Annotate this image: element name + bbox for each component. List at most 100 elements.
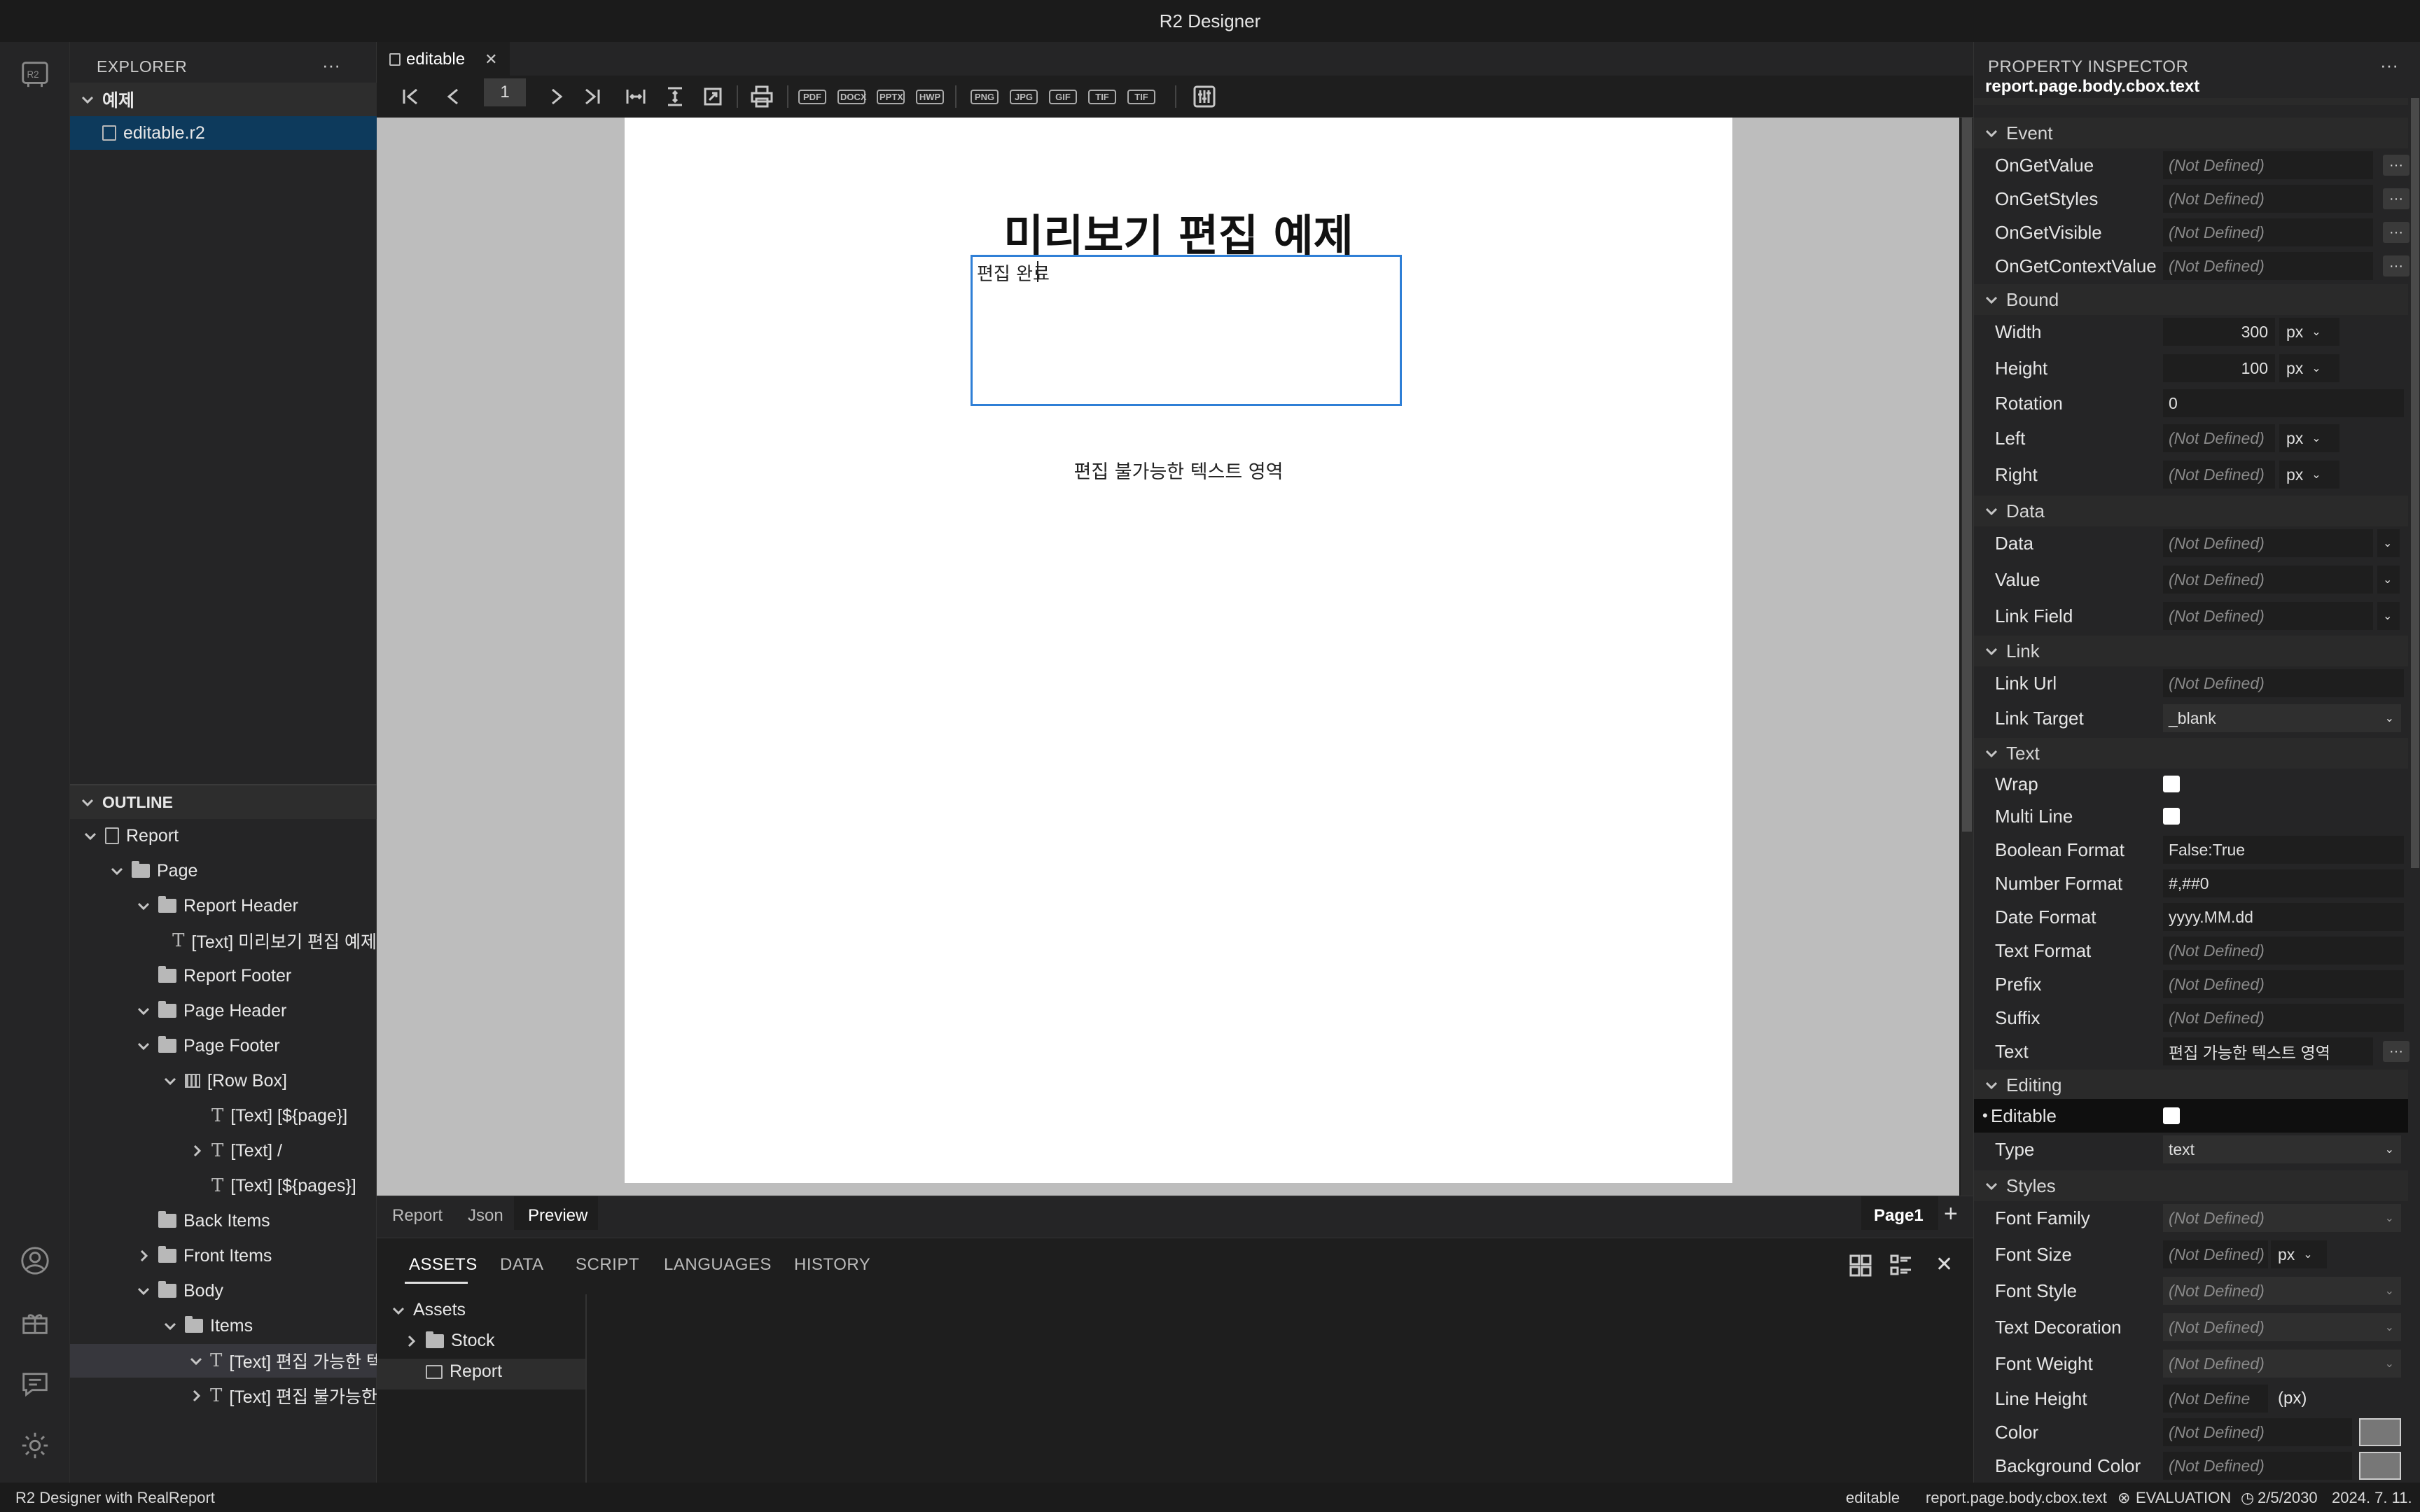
grid-view-icon[interactable] xyxy=(1849,1254,1872,1281)
panel-tab-assets[interactable]: ASSETS xyxy=(409,1255,478,1275)
settings-gear-icon[interactable] xyxy=(18,1428,53,1463)
outline-item[interactable]: [Row Box] xyxy=(70,1064,377,1098)
chevron-down-icon[interactable]: ⌄ xyxy=(2377,529,2400,557)
feedback-icon[interactable] xyxy=(18,1366,53,1401)
panel-tab-data[interactable]: DATA xyxy=(500,1255,543,1275)
group-link[interactable]: Link xyxy=(1974,636,2408,666)
editable-checkbox[interactable] xyxy=(2163,1107,2180,1124)
chevron-down-icon[interactable] xyxy=(136,1003,151,1018)
tab-preview[interactable]: Preview xyxy=(528,1206,587,1226)
page-tab[interactable]: Page1 xyxy=(1874,1206,1924,1226)
outline-item[interactable]: T [Text] 편집 불가능한 텍... xyxy=(70,1379,377,1413)
font-style-select[interactable]: (Not Defined) ⌄ xyxy=(2163,1277,2401,1305)
prefix-input[interactable]: (Not Defined) xyxy=(2163,970,2404,998)
ongetvalue-edit-button[interactable]: ··· xyxy=(2383,155,2409,176)
export-tif-button[interactable]: TIF xyxy=(1126,84,1157,109)
text-edit-button[interactable]: ··· xyxy=(2383,1041,2409,1062)
fit-height-icon[interactable] xyxy=(662,84,688,109)
group-editing[interactable]: Editing xyxy=(1974,1070,2408,1100)
ongetcontextvalue-field[interactable]: (Not Defined) xyxy=(2163,252,2373,280)
assets-root-row[interactable]: Assets xyxy=(391,1300,466,1320)
explorer-file-row[interactable]: editable.r2 xyxy=(70,116,377,150)
fit-page-icon[interactable] xyxy=(700,84,725,109)
chevron-down-icon[interactable] xyxy=(189,1353,203,1368)
multiline-checkbox[interactable] xyxy=(2163,808,2180,825)
outline-item[interactable]: Front Items xyxy=(70,1239,377,1273)
explorer-more-button[interactable]: ··· xyxy=(322,55,340,76)
add-page-button[interactable]: + xyxy=(1944,1200,1958,1228)
data-select[interactable]: (Not Defined) xyxy=(2163,529,2373,557)
outline-item[interactable]: Page xyxy=(70,854,377,888)
right-input[interactable]: (Not Defined) xyxy=(2163,461,2275,489)
font-family-select[interactable]: (Not Defined) ⌄ xyxy=(2163,1204,2401,1232)
number-format-input[interactable]: #,##0 xyxy=(2163,869,2404,897)
export-pdf-button[interactable]: PDF xyxy=(797,84,828,109)
list-view-icon[interactable] xyxy=(1889,1254,1913,1281)
link-field-select[interactable]: (Not Defined) xyxy=(2163,602,2373,630)
chevron-right-icon[interactable] xyxy=(136,1248,151,1264)
chevron-down-icon[interactable] xyxy=(136,1038,151,1054)
first-page-icon[interactable] xyxy=(398,84,423,109)
outline-item[interactable]: Body xyxy=(70,1274,377,1308)
outline-item[interactable]: T [Text] [${page}] xyxy=(70,1099,377,1133)
text-decoration-select[interactable]: (Not Defined) ⌄ xyxy=(2163,1313,2401,1341)
outline-header[interactable]: OUTLINE xyxy=(70,785,377,819)
chevron-down-icon[interactable]: ⌄ xyxy=(2377,602,2400,630)
color-input[interactable]: (Not Defined) xyxy=(2163,1418,2352,1446)
group-bound[interactable]: Bound xyxy=(1974,284,2408,315)
status-file[interactable]: editable xyxy=(1846,1489,1900,1507)
assets-stock-row[interactable]: Stock xyxy=(403,1331,495,1351)
export-docx-button[interactable]: DOCX xyxy=(836,84,867,109)
last-page-icon[interactable] xyxy=(580,84,605,109)
next-page-icon[interactable] xyxy=(543,84,569,109)
chevron-down-icon[interactable] xyxy=(162,1318,178,1334)
chevron-down-icon[interactable] xyxy=(136,898,151,913)
height-unit-select[interactable]: px ⌄ xyxy=(2279,354,2339,382)
export-pptx-button[interactable]: PPTX xyxy=(875,84,906,109)
ongetvalue-field[interactable]: (Not Defined) xyxy=(2163,151,2373,179)
width-unit-select[interactable]: px ⌄ xyxy=(2279,318,2339,346)
rotation-input[interactable]: 0 xyxy=(2163,389,2404,417)
font-size-unit-select[interactable]: px ⌄ xyxy=(2271,1240,2327,1268)
outline-item[interactable]: T [Text] [${pages}] xyxy=(70,1169,377,1203)
panel-tab-languages[interactable]: LANGUAGES xyxy=(664,1255,772,1275)
outline-item[interactable]: Report Header xyxy=(70,889,377,923)
outline-item[interactable]: Page Footer xyxy=(70,1029,377,1063)
editor-tab-editable[interactable]: editable ✕ xyxy=(377,42,510,76)
page-number-field[interactable] xyxy=(480,78,529,106)
prev-page-icon[interactable] xyxy=(441,84,466,109)
export-hwp-button[interactable]: HWP xyxy=(915,84,945,109)
type-select[interactable]: text ⌄ xyxy=(2163,1135,2401,1163)
fit-width-icon[interactable] xyxy=(623,84,648,109)
date-format-input[interactable]: yyyy.MM.dd xyxy=(2163,903,2404,931)
chevron-down-icon[interactable]: ⌄ xyxy=(2377,566,2400,594)
status-license[interactable]: EVALUATION xyxy=(2136,1489,2231,1507)
editable-text-value[interactable]: 편집 완료 xyxy=(977,260,1050,286)
chevron-down-icon[interactable] xyxy=(162,1073,178,1088)
font-size-input[interactable]: (Not Defined) xyxy=(2163,1240,2268,1268)
export-jpg-button[interactable]: JPG xyxy=(1008,84,1039,109)
outline-item[interactable]: Report xyxy=(70,819,377,853)
export-png-button[interactable]: PNG xyxy=(969,84,1000,109)
panel-tab-script[interactable]: SCRIPT xyxy=(576,1255,639,1275)
ongetvisible-field[interactable]: (Not Defined) xyxy=(2163,218,2373,246)
line-height-input[interactable]: (Not Define xyxy=(2163,1385,2268,1413)
export-options-icon[interactable] xyxy=(1190,84,1218,109)
left-unit-select[interactable]: px ⌄ xyxy=(2279,424,2339,452)
outline-item[interactable]: T [Text] 미리보기 편집 예제 xyxy=(70,924,377,958)
background-color-swatch[interactable] xyxy=(2359,1452,2401,1480)
tab-json[interactable]: Json xyxy=(468,1206,503,1226)
close-panel-icon[interactable]: ✕ xyxy=(1935,1252,1953,1277)
group-styles[interactable]: Styles xyxy=(1974,1170,2408,1201)
height-input[interactable]: 100 xyxy=(2163,354,2275,382)
ongetstyles-field[interactable]: (Not Defined) xyxy=(2163,185,2373,213)
inspector-scroll-thumb[interactable] xyxy=(2411,98,2419,868)
gift-icon[interactable] xyxy=(18,1305,53,1340)
boolean-format-input[interactable]: False:True xyxy=(2163,836,2404,864)
chevron-down-icon[interactable] xyxy=(109,863,125,878)
editable-text-box[interactable]: 편집 완료 xyxy=(971,255,1402,406)
outline-item[interactable]: Items xyxy=(70,1309,377,1343)
link-target-select[interactable]: _blank ⌄ xyxy=(2163,704,2401,732)
chevron-down-icon[interactable] xyxy=(83,828,98,844)
page-number-input[interactable] xyxy=(484,78,526,106)
